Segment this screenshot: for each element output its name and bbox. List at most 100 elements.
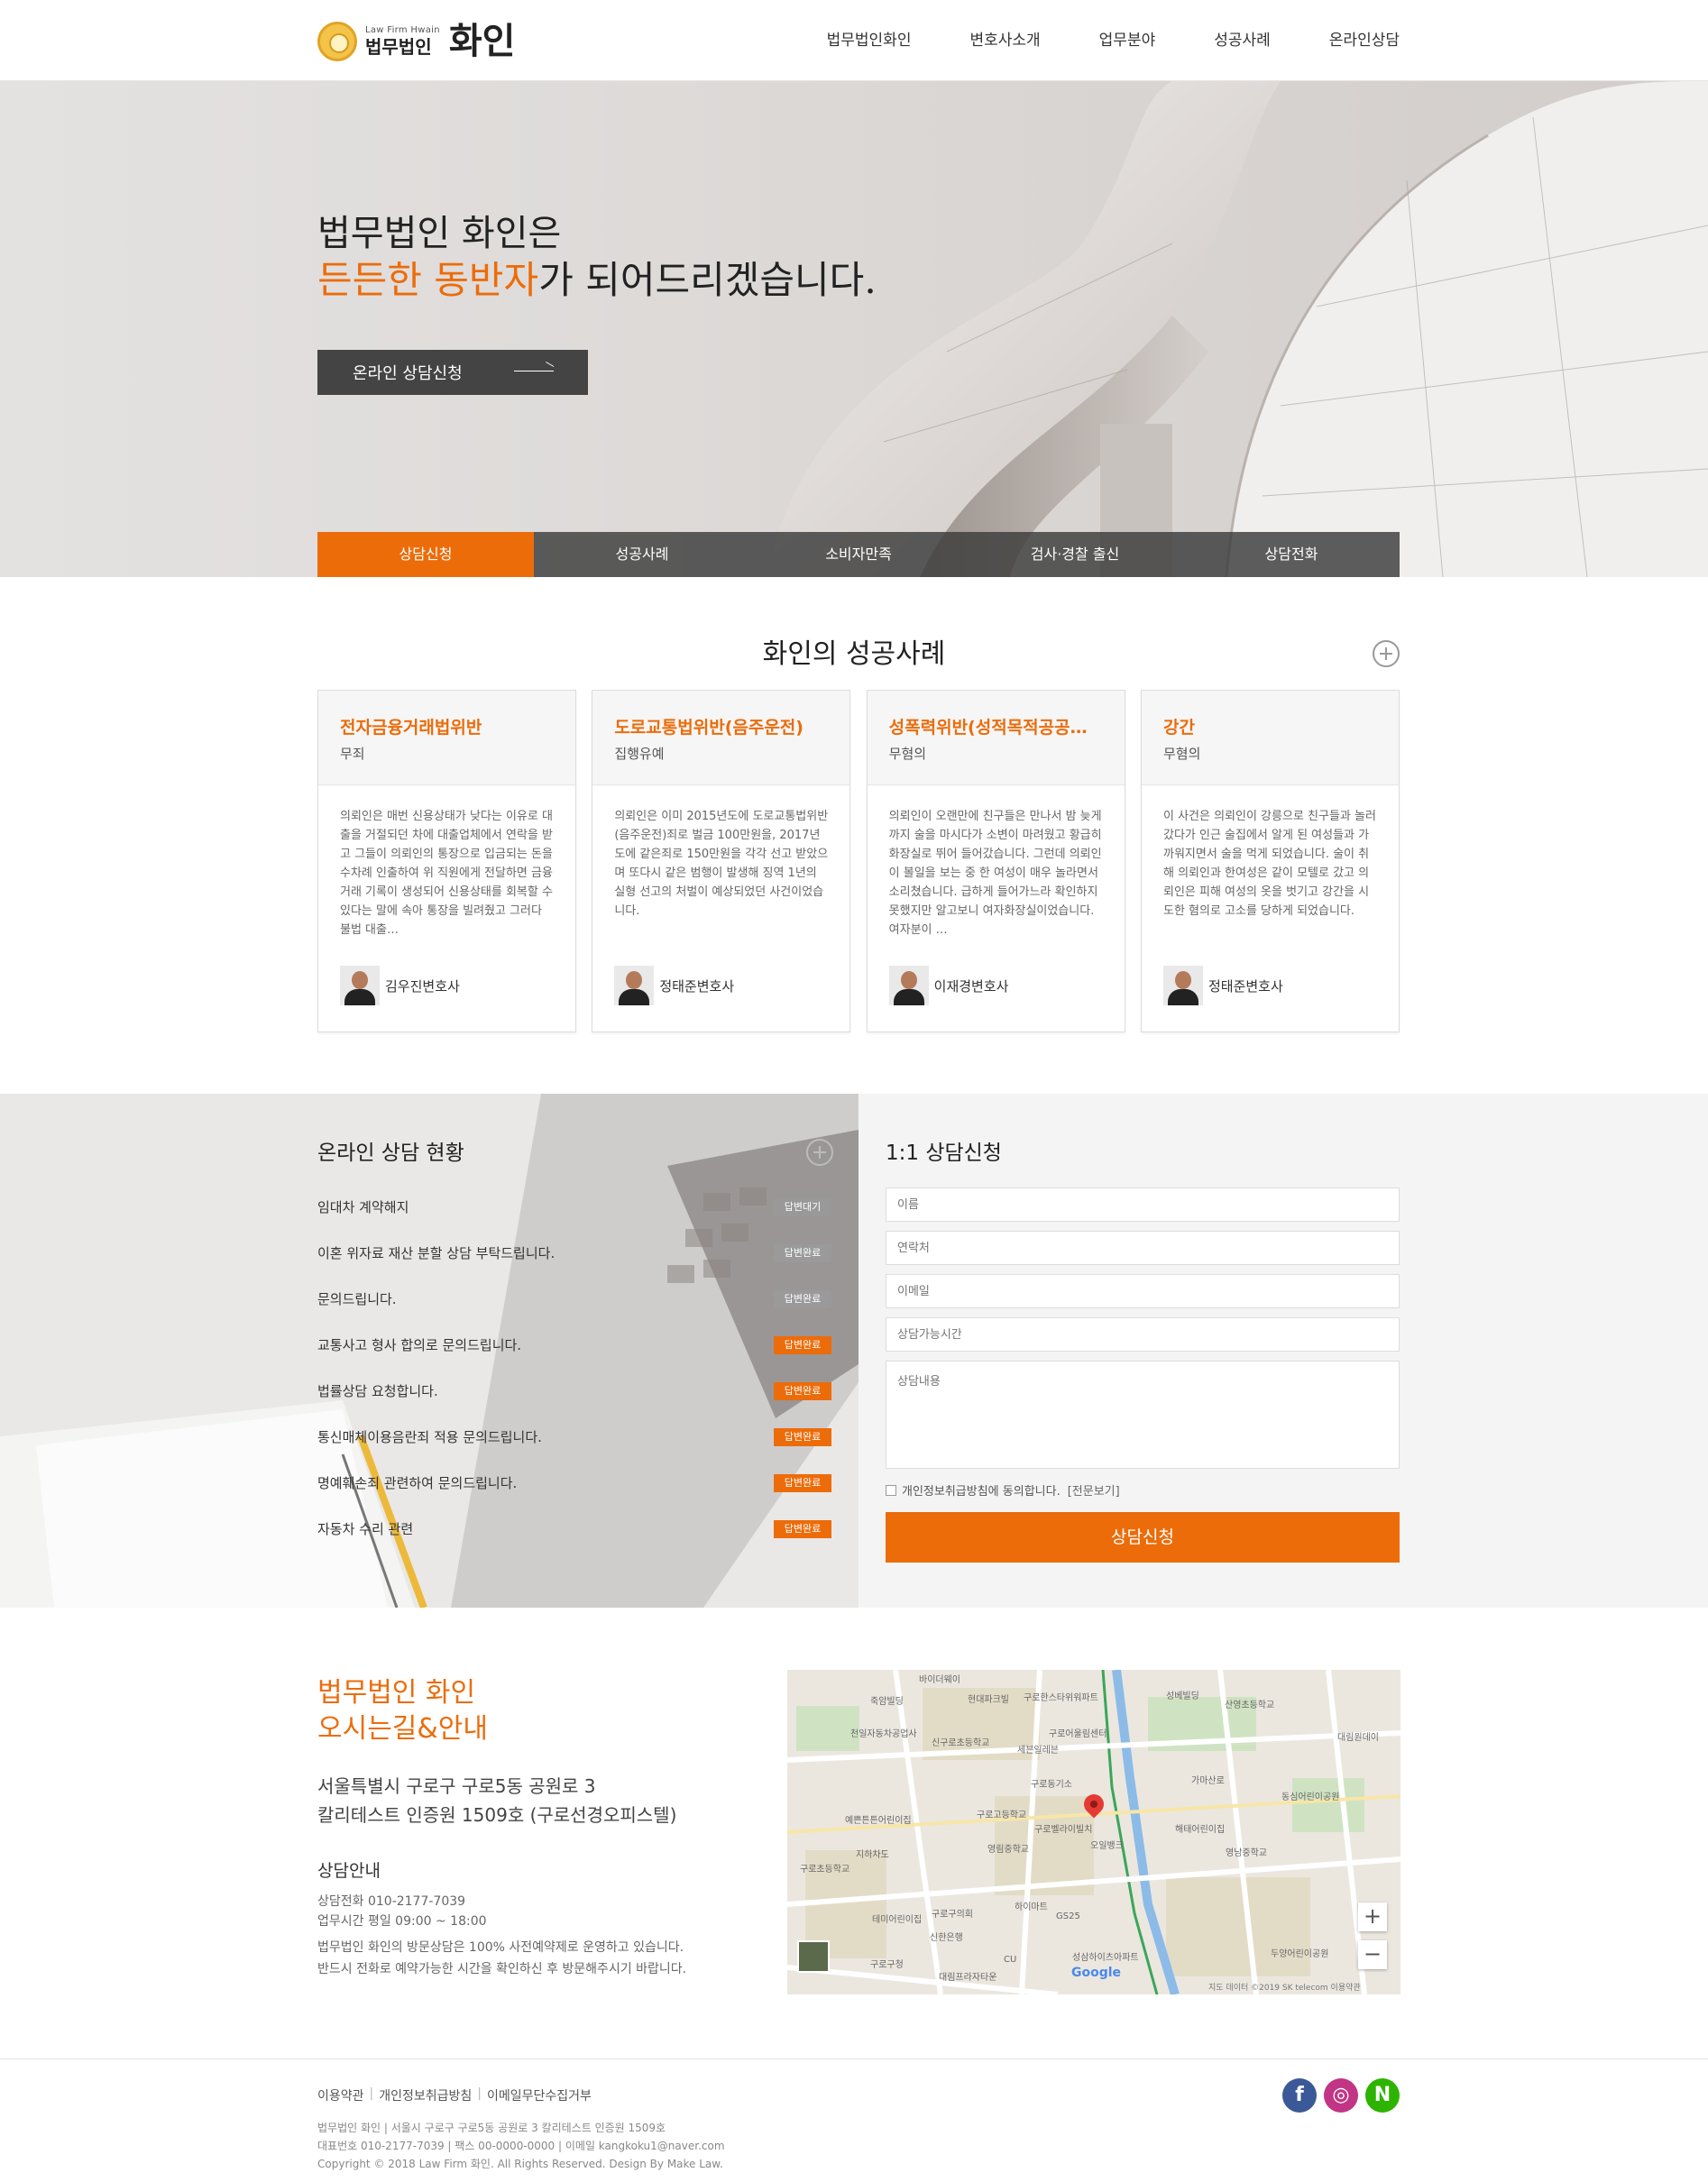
phone-field[interactable] xyxy=(886,1231,1400,1265)
consult-list-item[interactable]: 문의드립니다. 답변완료 xyxy=(317,1276,831,1322)
name-field[interactable] xyxy=(886,1187,1400,1222)
case-card[interactable]: 성폭력위반(성적목적공공… 무혐의 의뢰인이 오랜만에 친구들은 만나서 밤 늦… xyxy=(866,690,1125,1032)
consult-submit-button[interactable]: 상담신청 xyxy=(886,1512,1400,1563)
consult-info: 상담전화 010-2177-7039 업무시간 평일 09:00 ~ 18:00 xyxy=(317,1892,487,1931)
nav-item-success-cases[interactable]: 성공사례 xyxy=(1214,25,1271,56)
footer-link-privacy[interactable]: 개인정보취급방침 xyxy=(379,2086,472,2104)
case-card[interactable]: 도로교통법위반(음주운전) 집행유예 의뢰인은 이미 2015년도에 도로교통법… xyxy=(592,690,851,1032)
lawyer-name: 정태준변호사 xyxy=(659,977,735,995)
naver-icon[interactable]: N xyxy=(1365,2078,1400,2113)
map-place-label: 구로구의회 xyxy=(932,1910,973,1920)
hero-banner: 법무법인 화인은 든든한 동반자가 되어드리겠습니다. 온라인 상담신청 상담신… xyxy=(0,81,1708,577)
quick-tab-consult-phone[interactable]: 상담전화 xyxy=(1183,532,1400,577)
consult-section: 온라인 상담 현황 임대차 계약해지 답변대기 이혼 위자료 재산 분할 상담 … xyxy=(0,1094,1708,1608)
map-place-label: 바이더웨이 xyxy=(919,1675,960,1685)
consult-item-title: 자동차 수리 관련 xyxy=(317,1521,414,1537)
lawyer-name: 김우진변호사 xyxy=(385,977,460,995)
nav-item-lawyers[interactable]: 변호사소개 xyxy=(969,25,1040,56)
consult-info-title: 상담안내 xyxy=(317,1861,381,1881)
footer-links: 이용약관 | 개인정보취급방침 | 이메일무단수집거부 xyxy=(317,2086,592,2104)
map-place-label: 하이마트 xyxy=(1015,1902,1048,1912)
logo-korean-name: 법무법인 xyxy=(365,36,432,58)
case-lawyer: 정태준변호사 xyxy=(1162,966,1283,1005)
consult-content-textarea[interactable] xyxy=(886,1361,1400,1469)
map-zoom-in-button[interactable]: + xyxy=(1358,1902,1387,1931)
address-line2: 칼리테스트 인증원 1509호 (구로선경오피스텔) xyxy=(317,1804,677,1826)
nav-item-practice-areas[interactable]: 업무분야 xyxy=(1099,25,1156,56)
instagram-icon[interactable]: ◎ xyxy=(1324,2078,1358,2113)
consult-list-item[interactable]: 임대차 계약해지 답변대기 xyxy=(317,1184,831,1230)
quick-menu-tabs: 상담신청 성공사례 소비자만족 검사·경찰 출신 상담전화 xyxy=(317,532,1400,577)
lawyer-avatar xyxy=(340,966,380,1005)
case-lawyer: 정태준변호사 xyxy=(614,966,734,1005)
lawyer-avatar xyxy=(888,966,929,1005)
case-description: 이 사건은 의뢰인이 강릉으로 친구들과 놀러갔다가 인근 술집에서 알게 된 … xyxy=(1162,810,1376,918)
case-title: 강간 xyxy=(1162,718,1195,738)
site-logo[interactable]: Law Firm Hwain 법무법인 화인 xyxy=(317,20,515,63)
consult-list-item[interactable]: 교통사고 형사 합의로 문의드립니다. 답변완료 xyxy=(317,1322,831,1368)
main-nav: 법무법인화인 변호사소개 업무분야 성공사례 온라인상담 xyxy=(768,25,1400,56)
consult-list-item[interactable]: 이혼 위자료 재산 분할 상담 부탁드립니다. 답변완료 xyxy=(317,1230,831,1276)
map-satellite-toggle[interactable] xyxy=(797,1940,830,1973)
map-place-label: 구로고등학교 xyxy=(977,1811,1027,1820)
footer-divider xyxy=(0,2058,1708,2059)
consult-item-title: 이혼 위자료 재산 분할 상담 부탁드립니다. xyxy=(317,1245,556,1261)
case-card[interactable]: 강간 무혐의 이 사건은 의뢰인이 강릉으로 친구들과 놀러갔다가 인근 술집에… xyxy=(1140,690,1400,1032)
consult-list-item[interactable]: 통신매체이용음란죄 적용 문의드립니다. 답변완료 xyxy=(317,1414,831,1460)
more-consults-plus-icon[interactable] xyxy=(806,1139,833,1166)
consult-item-title: 문의드립니다. xyxy=(317,1291,397,1307)
map-place-label: 예쁜튼튼어린이집 xyxy=(845,1816,912,1826)
available-time-field[interactable] xyxy=(886,1317,1400,1352)
business-hours: 업무시간 평일 09:00 ~ 18:00 xyxy=(317,1914,487,1929)
quick-tab-success-cases[interactable]: 성공사례 xyxy=(534,532,750,577)
map-zoom-out-button[interactable]: − xyxy=(1358,1940,1387,1969)
map-place-label: 두양어린이공원 xyxy=(1271,1949,1329,1959)
case-result: 집행유예 xyxy=(614,746,665,762)
facebook-icon[interactable]: f xyxy=(1282,2078,1317,2113)
case-description: 의뢰인은 매번 신용상태가 낮다는 이유로 대출을 거절되던 차에 대출업체에서… xyxy=(340,810,553,937)
case-title: 성폭력위반(성적목적공공… xyxy=(888,718,1088,738)
case-description: 의뢰인은 이미 2015년도에 도로교통법위반(음주운전)죄로 벌금 100만원… xyxy=(614,810,829,918)
hero-title-line2: 든든한 동반자가 되어드리겠습니다. xyxy=(317,254,877,307)
map-place-label: 구로동기소 xyxy=(1031,1780,1072,1790)
quick-tab-consult-request[interactable]: 상담신청 xyxy=(317,532,534,577)
map-place-label: 세븐일레븐 xyxy=(1017,1746,1059,1756)
lawyer-avatar xyxy=(1162,966,1203,1005)
hero-building-image xyxy=(0,81,1708,577)
lawyer-name: 이재경변호사 xyxy=(933,977,1009,995)
nav-item-online-consult[interactable]: 온라인상담 xyxy=(1329,25,1400,56)
case-card[interactable]: 전자금융거래법위반 무죄 의뢰인은 매번 신용상태가 낮다는 이유로 대출을 거… xyxy=(317,690,576,1032)
map-place-label: 오일뱅크 xyxy=(1090,1841,1124,1851)
online-consult-button[interactable]: 온라인 상담신청 xyxy=(317,350,588,395)
case-title: 도로교통법위반(음주운전) xyxy=(614,718,803,738)
map-place-label: 구로구청 xyxy=(870,1960,904,1970)
footer-link-terms[interactable]: 이용약관 xyxy=(317,2086,364,2104)
privacy-full-text-link[interactable]: [전문보기] xyxy=(1068,1481,1120,1499)
consult-phone: 상담전화 010-2177-7039 xyxy=(317,1894,466,1909)
footer-info-line2: 대표번호 010-2177-7039 | 팩스 00-0000-0000 | 이… xyxy=(317,2140,725,2152)
privacy-agree-checkbox[interactable] xyxy=(886,1484,896,1496)
visit-note-line1: 법무법인 화인의 방문상담은 100% 사전예약제로 운영하고 있습니다. xyxy=(317,1940,684,1955)
consult-list-item[interactable]: 명예훼손죄 관련하여 문의드립니다. 답변완료 xyxy=(317,1460,831,1506)
map-place-label: 가마산로 xyxy=(1191,1776,1225,1786)
quick-tab-prosecutor-police[interactable]: 검사·경찰 출신 xyxy=(967,532,1183,577)
map-place-label: 신한은행 xyxy=(930,1933,963,1943)
logo-emblem-icon xyxy=(317,22,357,61)
consult-status-list: 임대차 계약해지 답변대기 이혼 위자료 재산 분할 상담 부탁드립니다. 답변… xyxy=(317,1184,831,1552)
consult-item-title: 교통사고 형사 합의로 문의드립니다. xyxy=(317,1337,522,1353)
visit-note: 법무법인 화인의 방문상담은 100% 사전예약제로 운영하고 있습니다. 반드… xyxy=(317,1937,686,1980)
more-cases-plus-icon[interactable] xyxy=(1373,640,1400,667)
visit-note-line2: 반드시 전화로 예약가능한 시간을 확인하신 후 방문해주시기 바랍니다. xyxy=(317,1962,687,1976)
footer-link-email-refusal[interactable]: 이메일무단수집거부 xyxy=(487,2086,592,2104)
hero-title-highlight: 든든한 동반자 xyxy=(317,258,539,302)
consult-list-item[interactable]: 법률상담 요청합니다. 답변완료 xyxy=(317,1368,831,1414)
consult-list-item[interactable]: 자동차 수리 관련 답변완료 xyxy=(317,1506,831,1552)
status-badge: 답변대기 xyxy=(774,1197,831,1216)
map-place-label: 지하차도 xyxy=(856,1850,889,1860)
quick-tab-customer-satisfaction[interactable]: 소비자만족 xyxy=(750,532,967,577)
map-place-label: 현대파크빌 xyxy=(968,1695,1009,1705)
location-map[interactable]: 바이더웨이 죽암빌딩 현대파크빌 구로한스타위워파트 성베빌딩 산영초등학교 천… xyxy=(787,1670,1400,1994)
email-field[interactable] xyxy=(886,1274,1400,1308)
map-place-label: 천일자동차공업사 xyxy=(850,1729,917,1739)
nav-item-firm[interactable]: 법무법인화인 xyxy=(827,25,912,56)
